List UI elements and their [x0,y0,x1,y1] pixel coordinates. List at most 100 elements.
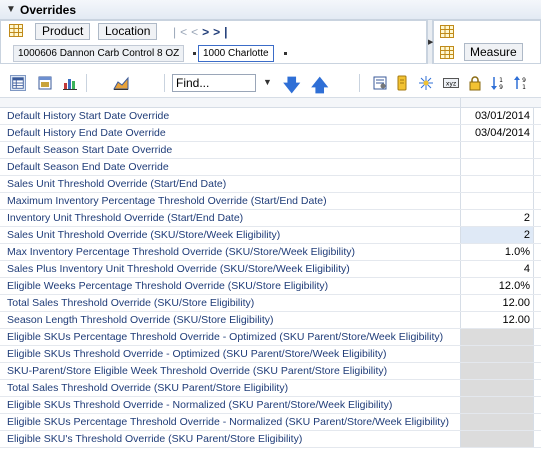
table-row: Default Season End Date Override [0,159,541,176]
row-label: Total Sales Threshold Override (SKU Pare… [0,380,461,396]
svg-text:xyz: xyz [446,81,456,88]
table-row: Eligible SKU's Threshold Override (SKU P… [0,431,541,448]
value-cell [461,431,534,447]
toolbar-divider [86,74,87,92]
tab-product[interactable]: Product [35,23,91,40]
toolbar-divider [359,74,360,92]
svg-text:9: 9 [522,77,526,84]
product-filter-chip[interactable]: 1000606 Dannon Carb Control 8 OZ [13,45,185,62]
row-label: Season Length Threshold Override (SKU/St… [0,312,461,328]
measure-panel: Measure [433,20,541,64]
nav-prev-button[interactable]: < [191,25,202,39]
value-cell[interactable] [461,193,534,209]
table-row: Default Season Start Date Override [0,142,541,159]
properties-icon[interactable] [372,75,388,91]
xyz-icon[interactable]: xyz [443,75,459,91]
table-row: Season Length Threshold Override (SKU/St… [0,312,541,329]
table-row: Eligible SKUs Threshold Override - Optim… [0,346,541,363]
table-row: Max Inventory Percentage Threshold Overr… [0,244,541,261]
toolbar: Find... ▼ 🡇 🡅 xyz 1 9 9 1 [0,68,541,98]
row-label: Eligible SKUs Percentage Threshold Overr… [0,329,461,345]
row-label: Total Sales Threshold Override (SKU/Stor… [0,295,461,311]
value-cell[interactable]: 03/01/2014 [461,108,534,124]
chip-separator-dot [284,52,287,55]
table-row: Eligible Weeks Percentage Threshold Over… [0,278,541,295]
bar-chart-icon[interactable] [62,75,78,91]
svg-text:1: 1 [499,77,503,84]
table-view-icon[interactable] [37,75,53,91]
table-row: Sales Unit Threshold Override (Start/End… [0,176,541,193]
area-chart-icon[interactable] [113,75,129,91]
column-divider[interactable] [460,98,461,108]
row-label: Eligible SKU's Threshold Override (SKU P… [0,431,461,447]
table-row: Eligible SKUs Percentage Threshold Overr… [0,329,541,346]
value-cell[interactable]: 4 [461,261,534,277]
table-row: Default History End Date Override 03/04/2… [0,125,541,142]
table-row: Total Sales Threshold Override (SKU/Stor… [0,295,541,312]
value-cell[interactable] [461,176,534,192]
table-row: Eligible SKUs Threshold Override - Norma… [0,397,541,414]
row-label: Default Season Start Date Override [0,142,461,158]
row-label: Eligible SKUs Percentage Threshold Overr… [0,414,461,430]
chip-separator-dot [193,52,196,55]
row-label: Default History Start Date Override [0,108,461,124]
svg-text:9: 9 [499,84,503,91]
row-label: Eligible SKUs Threshold Override - Norma… [0,397,461,413]
row-label: Sales Plus Inventory Unit Threshold Over… [0,261,461,277]
row-label: Sales Unit Threshold Override (Start/End… [0,176,461,192]
value-cell[interactable]: 12.00 [461,295,534,311]
grid-view-icon[interactable] [10,75,26,91]
find-dropdown-icon[interactable]: ▼ [263,77,272,87]
value-cell [461,414,534,430]
svg-text:1: 1 [522,84,526,91]
toolbar-divider [164,74,165,92]
value-cell[interactable]: 12.00 [461,312,534,328]
value-cell [461,329,534,345]
sort-descending-icon[interactable]: 9 1 [513,75,529,91]
value-cell [461,397,534,413]
value-cell [461,346,534,362]
tab-location[interactable]: Location [98,23,158,40]
grid-icon[interactable] [440,46,454,59]
dimension-filter-panel: Product Location |<<>>| 1000606 Dannon C… [0,20,427,64]
nav-last-button[interactable]: >| [213,25,231,39]
table-row: Inventory Unit Threshold Override (Start… [0,210,541,227]
nav-next-button[interactable]: > [202,25,213,39]
sort-ascending-icon[interactable]: 1 9 [490,75,506,91]
value-cell[interactable] [461,159,534,175]
location-filter-chip[interactable]: 1000 Charlotte [198,45,274,62]
value-cell[interactable]: 1.0% [461,244,534,260]
value-cell[interactable] [461,142,534,158]
find-input[interactable]: Find... [172,74,256,92]
value-cell[interactable]: 2 [461,210,534,226]
value-cell [461,380,534,396]
grid-icon[interactable] [440,25,454,38]
overrides-title-bar: ▼ Overrides [0,0,541,20]
table-row: Eligible SKUs Percentage Threshold Overr… [0,414,541,431]
tab-measure[interactable]: Measure [464,43,523,61]
table-row: Maximum Inventory Percentage Threshold O… [0,193,541,210]
position-navigator: |<<>>| [173,25,232,39]
row-label: Max Inventory Percentage Threshold Overr… [0,244,461,260]
row-label: SKU-Parent/Store Eligible Week Threshold… [0,363,461,379]
table-row: SKU-Parent/Store Eligible Week Threshold… [0,363,541,380]
row-label: Inventory Unit Threshold Override (Start… [0,210,461,226]
table-row: Sales Unit Threshold Override (SKU/Store… [0,227,541,244]
highlight-icon[interactable] [394,75,410,91]
value-cell[interactable]: 2 [461,227,534,243]
grid-icon[interactable] [9,24,23,37]
spread-icon[interactable] [418,75,434,91]
nav-first-button[interactable]: |< [173,25,191,39]
row-label: Maximum Inventory Percentage Threshold O… [0,193,461,209]
table-row: Total Sales Threshold Override (SKU Pare… [0,380,541,397]
value-cell[interactable]: 12.0% [461,278,534,294]
collapse-chevron-icon[interactable]: ▼ [6,4,20,15]
page-title: Overrides [20,2,77,17]
row-label: Sales Unit Threshold Override (SKU/Store… [0,227,461,243]
table-row: Sales Plus Inventory Unit Threshold Over… [0,261,541,278]
grid-header [0,98,541,108]
lock-icon[interactable] [467,75,483,91]
value-cell[interactable]: 03/04/2014 [461,125,534,141]
overrides-grid: Default History Start Date Override 03/01… [0,98,541,449]
row-label: Eligible SKUs Threshold Override - Optim… [0,346,461,362]
